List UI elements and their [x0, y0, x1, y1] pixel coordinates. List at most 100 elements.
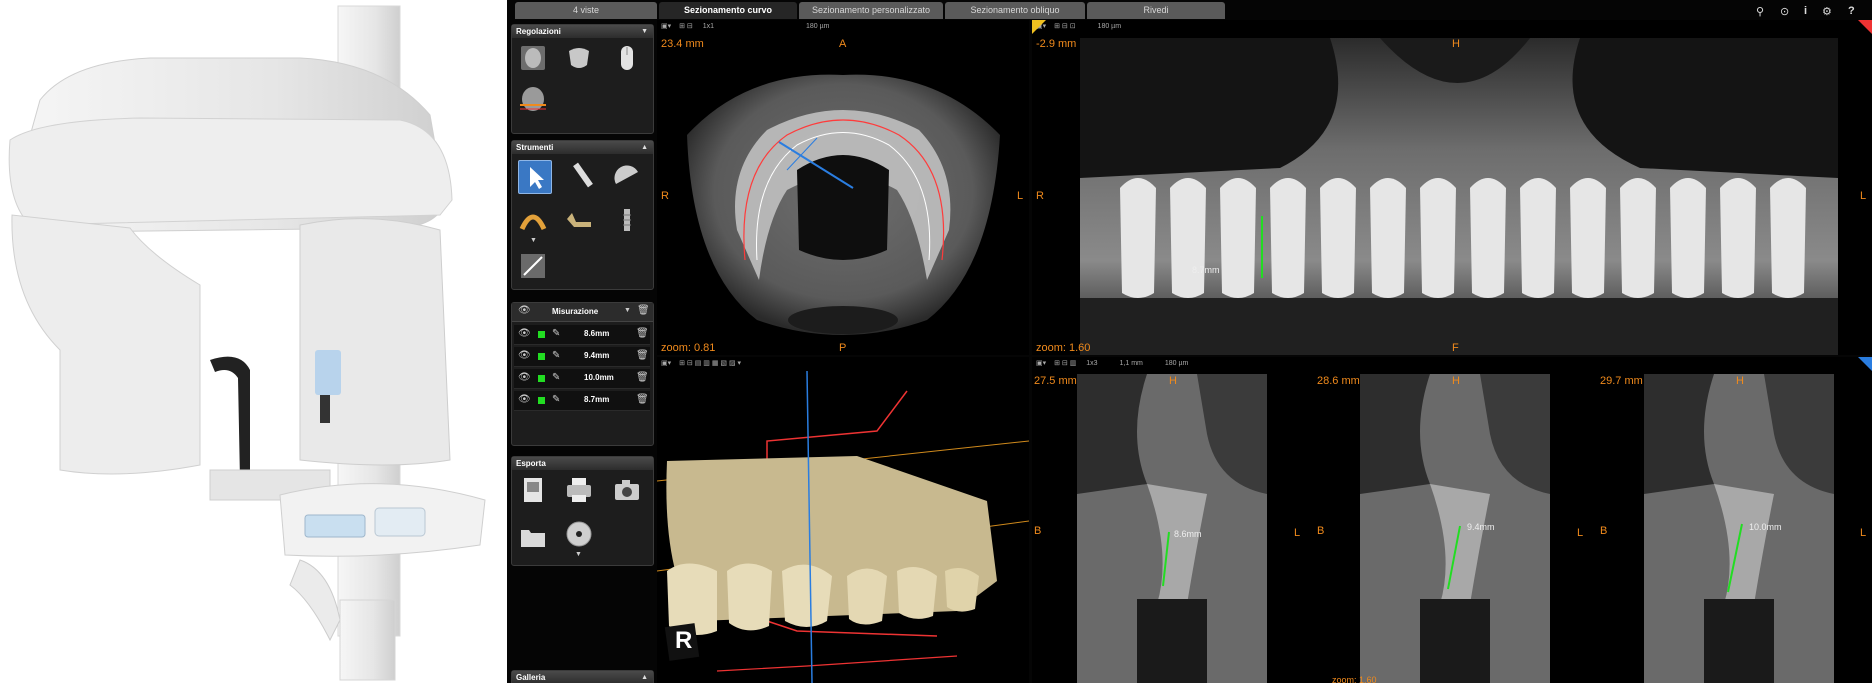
eye-icon[interactable]: 👁: [518, 328, 531, 339]
edit-icon[interactable]: ✎: [552, 328, 560, 339]
slice-depth: 23.4 mm: [661, 38, 704, 50]
layout-icon[interactable]: ⊞ ⊟ ⊡: [1054, 23, 1076, 30]
settings-circle-icon[interactable]: ⊙: [1780, 5, 1789, 18]
dropdown-arrow-icon[interactable]: ▼: [530, 237, 537, 244]
cross-section-image-3: [1644, 374, 1834, 683]
tooth-shape: [1620, 178, 1656, 298]
top-right-toolbar: ⚲ ⊙ i ⚙ ?: [1756, 5, 1866, 19]
report-icon[interactable]: [518, 475, 548, 505]
save-icon[interactable]: ▣▾: [661, 360, 671, 367]
cbct-application: 4 viste Sezionamento curvo Sezionamento …: [507, 0, 1872, 683]
cd-icon[interactable]: [564, 519, 594, 549]
trash-icon[interactable]: 🗑: [637, 305, 650, 316]
orientation-cube-label: R: [675, 627, 693, 654]
cross-section-count: 1x3: [1086, 360, 1098, 367]
tab-sezionamento-curvo[interactable]: Sezionamento curvo: [659, 2, 797, 19]
help-icon[interactable]: ?: [1848, 5, 1855, 17]
corner-marker: [1858, 20, 1872, 34]
panel-esporta: Esporta ▼: [511, 456, 654, 566]
view-toolbar: ▣▾ ⊞ ⊟ ⊡ 180 µm: [1036, 22, 1121, 34]
trash-icon[interactable]: 🗑: [636, 394, 649, 405]
mouse-icon[interactable]: [612, 43, 642, 73]
eye-icon[interactable]: 👁: [518, 350, 531, 361]
gear-icon[interactable]: ⚙: [1822, 5, 1832, 18]
tab-sezionamento-personalizzato[interactable]: Sezionamento personalizzato: [799, 2, 943, 19]
tab-4-viste[interactable]: 4 viste: [515, 2, 657, 19]
save-icon[interactable]: ▣▾: [1036, 360, 1046, 367]
color-swatch[interactable]: [538, 353, 545, 360]
folder-icon[interactable]: [518, 521, 548, 551]
eye-icon[interactable]: 👁: [518, 394, 531, 405]
printer-icon[interactable]: [564, 475, 594, 505]
camera-icon[interactable]: [612, 475, 642, 505]
orientation-left: R: [1036, 190, 1044, 202]
orientation-top: A: [839, 38, 847, 50]
cross-sections-panel[interactable]: ▣▾ ⊞ ⊟ ▥ 1x3 1,1 mm 180 µm 8.6mm 27.5 mm…: [1032, 357, 1872, 683]
implant-tool-icon[interactable]: [612, 205, 642, 235]
dropdown-arrow-icon[interactable]: ▼: [575, 551, 582, 558]
measurement-value: 8.6mm: [584, 329, 610, 338]
nerve-canal-tool-icon[interactable]: [518, 251, 548, 281]
edit-icon[interactable]: ✎: [552, 372, 560, 383]
trash-icon[interactable]: 🗑: [636, 372, 649, 383]
tooth-shape: [1570, 178, 1606, 298]
orientation-top: H: [1452, 38, 1460, 50]
tooth-shape: [1420, 178, 1456, 298]
edit-icon[interactable]: ✎: [552, 394, 560, 405]
measurement-label: 8.7mm: [1192, 265, 1220, 275]
orientation-left: R: [661, 190, 669, 202]
dropdown-arrow-icon[interactable]: ▼: [624, 307, 631, 314]
orientation-left: B: [1317, 525, 1325, 537]
axial-view[interactable]: ▣▾ ⊞ ⊟ 1x1 180 µm 23.4 mm A R L P zoom: …: [657, 20, 1029, 355]
tooth-shape: [1170, 178, 1206, 298]
collapse-icon[interactable]: ▲: [641, 671, 648, 683]
panel-title-misurazione: Misurazione: [552, 307, 599, 316]
panel-title-galleria: Galleria: [516, 673, 546, 682]
measurement-row[interactable]: 👁 ✎ 8.7mm 🗑: [514, 391, 650, 411]
color-swatch[interactable]: [538, 331, 545, 338]
render-mode-icons[interactable]: ⊞ ⊟ ▤ ▥ ▦ ▧ ▨ ▾: [679, 360, 741, 367]
cross-section-image-1: [1077, 374, 1267, 683]
orientation-right: L: [1577, 527, 1584, 539]
arch-curve-tool-icon[interactable]: [518, 205, 548, 235]
collapse-icon[interactable]: ▼: [641, 25, 648, 38]
tab-sezionamento-obliquo[interactable]: Sezionamento obliquo: [945, 2, 1085, 19]
trash-icon[interactable]: 🗑: [636, 350, 649, 361]
measurement-row[interactable]: 👁 ✎ 10.0mm 🗑: [514, 369, 650, 389]
eye-icon[interactable]: 👁: [518, 372, 531, 383]
slice-depth: 28.6 mm: [1317, 375, 1360, 387]
zoom-level: zoom: 1.60: [1036, 342, 1091, 354]
panoramic-image: [1080, 38, 1838, 355]
head-section-icon[interactable]: [518, 85, 548, 115]
user-icon[interactable]: ⚲: [1756, 5, 1764, 18]
orientation-right: L: [1017, 190, 1024, 202]
tab-rivedi[interactable]: Rivedi: [1087, 2, 1225, 19]
panel-title-esporta: Esporta: [516, 459, 546, 468]
jaw-view-icon[interactable]: [564, 43, 594, 73]
product-photo: [0, 0, 505, 683]
tooth-shape: [1770, 178, 1806, 298]
cross-section-image-2: [1360, 374, 1550, 683]
mandible-tool-icon[interactable]: [564, 205, 594, 235]
color-swatch[interactable]: [538, 397, 545, 404]
3d-render-view[interactable]: ▣▾ ⊞ ⊟ ▤ ▥ ▦ ▧ ▨ ▾ R: [657, 357, 1029, 683]
tooth-shape: [1670, 178, 1706, 298]
layout-icon[interactable]: ⊞ ⊟ ▥: [1054, 360, 1076, 367]
color-swatch[interactable]: [538, 375, 545, 382]
measurement-row[interactable]: 👁 ✎ 9.4mm 🗑: [514, 347, 650, 367]
ruler-tool-icon[interactable]: [568, 160, 598, 190]
angle-tool-icon[interactable]: [612, 160, 642, 190]
trash-icon[interactable]: 🗑: [636, 328, 649, 339]
info-icon[interactable]: i: [1804, 5, 1807, 17]
3d-jaw-render: [657, 371, 1029, 683]
measurement-row[interactable]: 👁 ✎ 8.6mm 🗑: [514, 325, 650, 345]
tooth-shape: [1220, 178, 1256, 298]
collapse-icon[interactable]: ▲: [641, 141, 648, 154]
slice-thickness: 180 µm: [1097, 23, 1122, 30]
panoramic-view[interactable]: ▣▾ ⊞ ⊟ ⊡ 180 µm 8.7mm -2.9 mm H R L F zo…: [1032, 20, 1872, 355]
edit-icon[interactable]: ✎: [552, 350, 560, 361]
skull-view-icon[interactable]: [518, 43, 548, 73]
eye-icon[interactable]: 👁: [518, 305, 531, 316]
pointer-tool-icon[interactable]: [518, 160, 552, 194]
cross-section-spacing: 1,1 mm: [1119, 360, 1143, 367]
